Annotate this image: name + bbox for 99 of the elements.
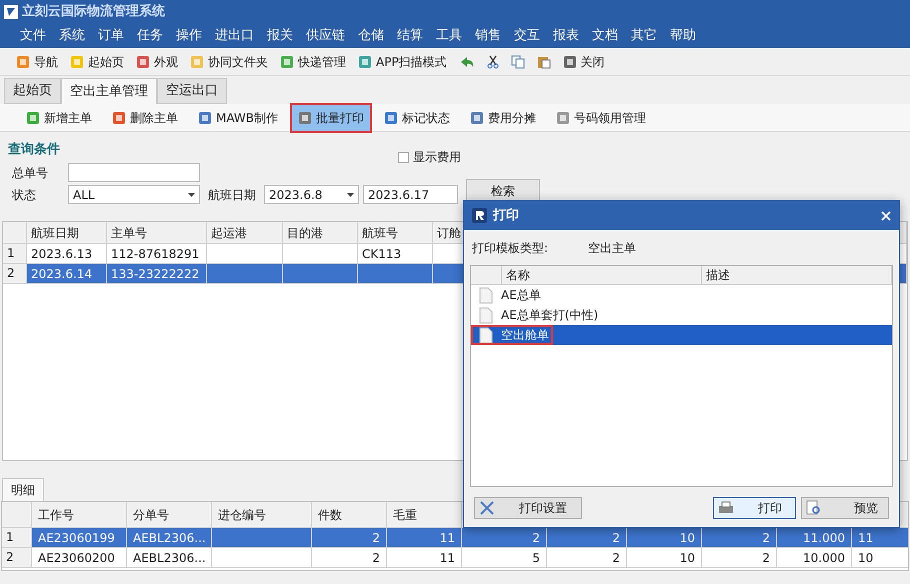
close-button[interactable]: 关闭 — [562, 52, 605, 70]
table-cell: 11 — [387, 528, 462, 547]
table-cell: 10 — [627, 548, 702, 567]
column-header: 件数 — [312, 502, 387, 527]
copy-icon[interactable] — [510, 54, 525, 68]
table-cell: 112-87618291 — [107, 244, 207, 263]
menu-item[interactable]: 结算 — [397, 26, 423, 46]
app-logo-icon — [472, 208, 487, 223]
caret-icon — [188, 192, 195, 196]
row-number: 2 — [3, 264, 27, 283]
field-label: 状态 — [12, 186, 37, 204]
menu-item[interactable]: 报关 — [267, 26, 293, 46]
table-cell: AEBL2306... — [127, 528, 212, 547]
toolbar-button[interactable]: 快递管理 — [280, 52, 346, 70]
action-button[interactable]: 批量打印 — [292, 104, 370, 130]
tab[interactable]: 明细 — [2, 478, 44, 501]
menu-item[interactable]: 报表 — [553, 26, 579, 46]
template-row[interactable]: 空出舱单 — [471, 325, 892, 345]
column-header: 航班日期 — [27, 222, 107, 243]
action-button[interactable]: 费用分摊 — [464, 104, 542, 130]
caret-icon — [347, 192, 354, 196]
row-number: 1 — [3, 244, 27, 263]
field-label: 总单号 — [12, 164, 49, 182]
column-header: 毛重 — [387, 502, 462, 527]
search-button[interactable]: 检索 — [466, 178, 540, 202]
menu-item[interactable]: 订单 — [98, 26, 124, 46]
toolbar-button[interactable]: 外观 — [136, 52, 178, 70]
table-cell: 2 — [312, 548, 387, 567]
date-from-field[interactable]: 2023.6.8 — [264, 185, 359, 204]
table-cell: 2023.6.13 — [27, 244, 107, 263]
toolbar-button[interactable]: 起始页 — [70, 52, 124, 70]
menu-item[interactable]: 供应链 — [306, 26, 345, 46]
table-cell: CK113 — [358, 244, 433, 263]
paste-icon[interactable] — [536, 54, 551, 68]
menu-item[interactable]: 任务 — [137, 26, 163, 46]
table-cell: 11 — [387, 548, 462, 567]
tab[interactable]: 空出主单管理 — [61, 78, 157, 104]
toolbar-button[interactable]: APP扫描模式 — [358, 52, 447, 70]
table-cell: AEBL2306... — [127, 548, 212, 567]
master-no-field[interactable] — [68, 163, 200, 182]
action-button[interactable]: 号码领用管理 — [550, 104, 652, 130]
menu-item[interactable]: 销售 — [475, 26, 501, 46]
table-cell: 10.000 — [777, 548, 852, 567]
tab[interactable]: 起始页 — [4, 78, 61, 104]
menu-item[interactable]: 交互 — [514, 26, 540, 46]
column-header: 航班号 — [358, 222, 433, 243]
column-header: 工作号 — [32, 502, 127, 527]
toolbar-button[interactable]: 协同文件夹 — [190, 52, 268, 70]
table-cell: AE23060200 — [32, 548, 127, 567]
menu-item[interactable]: 进出口 — [215, 26, 254, 46]
column-header: 进仓编号 — [212, 502, 312, 527]
preview-button[interactable]: 预览 — [801, 497, 889, 519]
cut-icon[interactable] — [486, 54, 499, 68]
undo-icon[interactable] — [458, 54, 475, 68]
status-dropdown[interactable]: ALL — [68, 185, 200, 204]
table-cell: 10 — [852, 548, 910, 567]
print-settings-button[interactable]: 打印设置 — [474, 497, 582, 519]
menu-item[interactable]: 帮助 — [670, 26, 696, 46]
dialog-title: 打印 — [493, 206, 520, 225]
column-header: 名称 — [502, 266, 702, 284]
table-cell: 133-23222222 — [107, 264, 207, 283]
table-cell: 2 — [547, 548, 627, 567]
table-row[interactable]: 1 AE23060199 AEBL2306... 2 11 2 2 10 2 11.000 11 — [2, 528, 908, 548]
menu-item[interactable]: 工具 — [436, 26, 462, 46]
show-fees-checkbox[interactable]: 显示费用 — [398, 148, 461, 166]
column-header: 分单号 — [127, 502, 212, 527]
field-label: 航班日期 — [208, 186, 256, 204]
action-button[interactable]: 标记状态 — [378, 104, 456, 130]
column-header: 描述 — [702, 266, 892, 284]
table-cell: 2 — [702, 548, 777, 567]
menu-item[interactable]: 文档 — [592, 26, 618, 46]
column-header: 起运港 — [207, 222, 283, 243]
template-row[interactable]: AE总单套打(中性) — [471, 305, 892, 325]
menu-item[interactable]: 仓储 — [358, 26, 384, 46]
action-button[interactable]: 新增主单 — [20, 104, 98, 130]
app-logo-icon — [4, 5, 18, 19]
magnifier-icon — [806, 500, 822, 516]
action-button[interactable]: MAWB制作 — [192, 104, 284, 130]
menu-item[interactable]: 文件 — [20, 26, 46, 46]
table-cell: AE23060199 — [32, 528, 127, 547]
window-title: 立刻云国际物流管理系统 — [22, 2, 165, 22]
menu-item[interactable]: 操作 — [176, 26, 202, 46]
tab[interactable]: 空运出口 — [157, 78, 227, 104]
column-header: 目的港 — [283, 222, 358, 243]
table-cell: 5 — [462, 548, 547, 567]
menu-item[interactable]: 系统 — [59, 26, 85, 46]
table-cell: 2 — [312, 528, 387, 547]
row-number: 1 — [2, 528, 32, 547]
table-cell: 2023.6.14 — [27, 264, 107, 283]
template-row[interactable]: AE总单 — [471, 285, 892, 305]
print-button[interactable]: 打印 — [713, 497, 796, 519]
section-title: 查询条件 — [8, 141, 61, 159]
menu-item[interactable]: 其它 — [631, 26, 657, 46]
column-header: 主单号 — [107, 222, 207, 243]
table-row[interactable]: 2 AE23060200 AEBL2306... 2 11 5 2 10 2 10.000 10 — [2, 548, 908, 568]
action-button[interactable]: 删除主单 — [106, 104, 184, 130]
row-number: 2 — [2, 548, 32, 567]
date-to-field[interactable]: 2023.6.17 — [363, 185, 458, 204]
toolbar-button[interactable]: 导航 — [16, 52, 58, 70]
